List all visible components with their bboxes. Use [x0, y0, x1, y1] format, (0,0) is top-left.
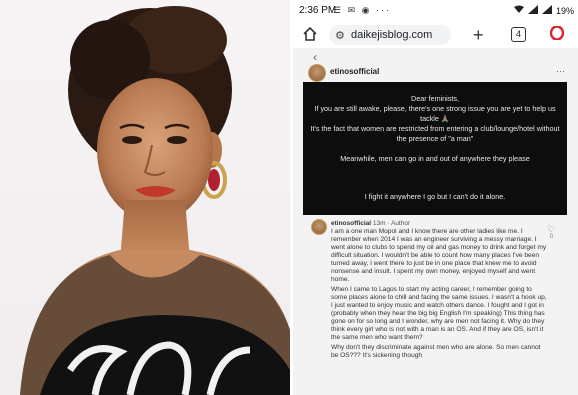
post-username[interactable]: etinosofficial	[330, 67, 379, 76]
status-time: 2:36 PM	[299, 5, 337, 16]
comment-meta: etinosofficial 13m · Author	[331, 220, 410, 227]
quote-image: Dear feminists, If you are still awake, …	[303, 82, 567, 215]
celebrity-photo	[0, 0, 290, 395]
comment-time: 13m	[372, 220, 386, 227]
comment-paragraph: I am a one man Mopol and I know there ar…	[331, 228, 547, 283]
comment-username[interactable]: etinosofficial	[331, 220, 371, 227]
page-content: ‹ etinosofficial ··· Dear feminists, If …	[293, 48, 578, 395]
post-header: etinosofficial ···	[305, 62, 567, 84]
site-settings-icon[interactable]: ⚙	[335, 29, 345, 42]
wifi-icon	[513, 5, 524, 17]
phone-screenshot: 2:36 PM ☰ ✉ ◉ ··· 19% ⚙ daikejisblog.com…	[293, 0, 578, 395]
comment-body: I am a one man Mopol and I know there ar…	[331, 228, 547, 362]
comment-author-tag: · Author	[387, 220, 411, 227]
address-bar[interactable]: ⚙ daikejisblog.com	[329, 25, 451, 45]
more-options-icon[interactable]: ···	[556, 66, 565, 76]
url-text[interactable]: daikejisblog.com	[351, 29, 432, 41]
quote-text-block: Dear feminists, If you are still awake, …	[309, 94, 561, 164]
quote-line-3: Meanwhile, men can go in and out of anyw…	[340, 154, 530, 163]
comment-paragraph: When I came to Lagos to start my acting …	[331, 286, 547, 341]
avatar[interactable]	[308, 64, 326, 82]
tab-switcher-button[interactable]: 4	[511, 27, 526, 42]
browser-toolbar: ⚙ daikejisblog.com + 4	[293, 22, 578, 48]
comment: etinosofficial 13m · Author ♡ 0 I am a o…	[303, 216, 567, 395]
notification-icons: ☰ ✉ ◉ ···	[333, 5, 391, 15]
signal-icon-2	[541, 5, 552, 17]
portrait-illustration	[20, 6, 290, 395]
status-bar: 2:36 PM ☰ ✉ ◉ ··· 19%	[293, 0, 578, 22]
quote-line-1: If you are still awake, please, there's …	[314, 104, 556, 123]
like-count: 0	[549, 234, 553, 240]
comment-avatar[interactable]	[311, 219, 327, 235]
home-icon[interactable]	[303, 26, 317, 41]
quote-line-4: I fight it anywhere I go but I can't do …	[364, 192, 506, 201]
quote-line-2: It's the fact that women are restricted …	[310, 124, 560, 143]
comment-paragraph: Why don't they discriminate against men …	[331, 344, 541, 359]
status-right: 19%	[513, 5, 574, 17]
quote-greeting: Dear feminists,	[411, 94, 459, 103]
signal-icon	[527, 5, 538, 17]
battery-level: 19%	[555, 6, 574, 16]
new-tab-button[interactable]: +	[473, 25, 484, 46]
opera-menu-icon[interactable]	[549, 25, 565, 41]
